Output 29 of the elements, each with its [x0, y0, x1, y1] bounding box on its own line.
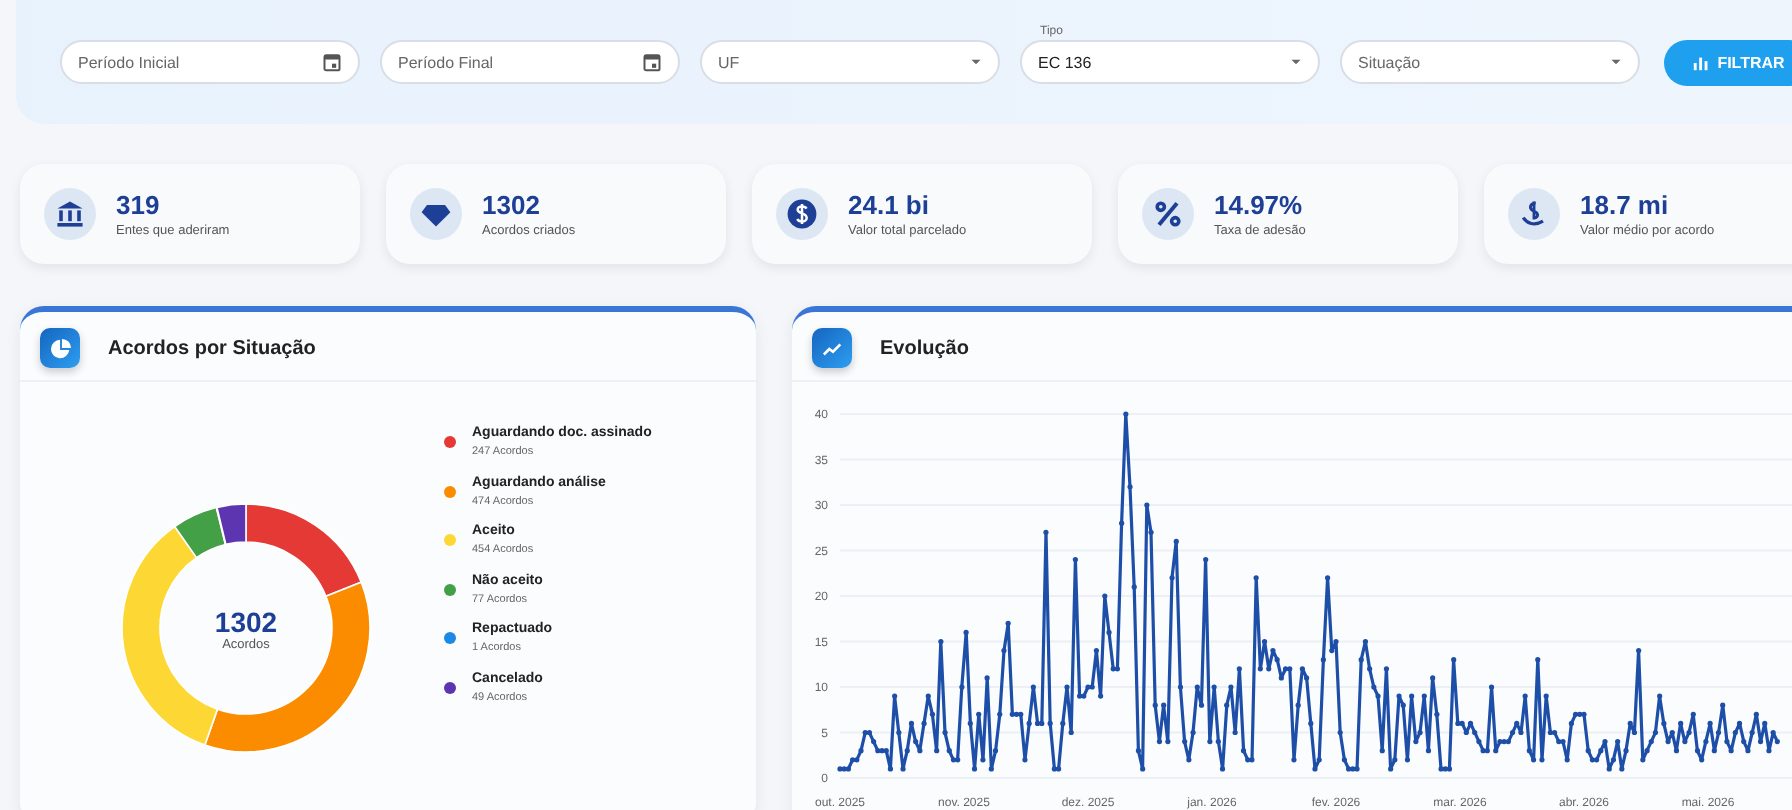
- field-placeholder: Período Inicial: [78, 53, 182, 71]
- bar-chart-icon: [1691, 53, 1710, 71]
- hand-coin-icon: [1508, 188, 1560, 240]
- percent-icon: [1142, 188, 1194, 240]
- date-field[interactable]: Período Final: [380, 40, 680, 84]
- calendar-icon: [642, 52, 662, 72]
- kpi-value: 18.7 mi: [1580, 190, 1671, 220]
- panel-title: Acordos por Situação: [108, 337, 316, 359]
- trend-icon: [812, 328, 852, 368]
- panel-title: Evolução: [880, 337, 969, 359]
- caret-icon: [1290, 58, 1302, 66]
- donut-total: 1302: [214, 605, 278, 637]
- pie-chart-icon: [40, 328, 80, 368]
- kpi-value: 319: [116, 190, 162, 220]
- date-field[interactable]: Período Inicial: [60, 40, 360, 84]
- field-value: EC 136: [1038, 53, 1094, 71]
- kpi-value: 1302: [482, 190, 542, 220]
- bank-icon: [44, 188, 96, 240]
- select-field[interactable]: Situação: [1340, 40, 1640, 84]
- calendar-icon: [322, 52, 342, 72]
- caret-icon: [970, 58, 982, 66]
- kpi-value: 14.97%: [1214, 190, 1305, 220]
- field-placeholder: Situação: [1358, 53, 1423, 71]
- dollar-icon: [776, 188, 828, 240]
- caret-icon: [1610, 58, 1622, 66]
- kpi-value: 24.1 bi: [848, 190, 931, 220]
- select-field[interactable]: UF: [700, 40, 1000, 84]
- field-placeholder: UF: [718, 53, 742, 71]
- field-placeholder: Período Final: [398, 53, 496, 71]
